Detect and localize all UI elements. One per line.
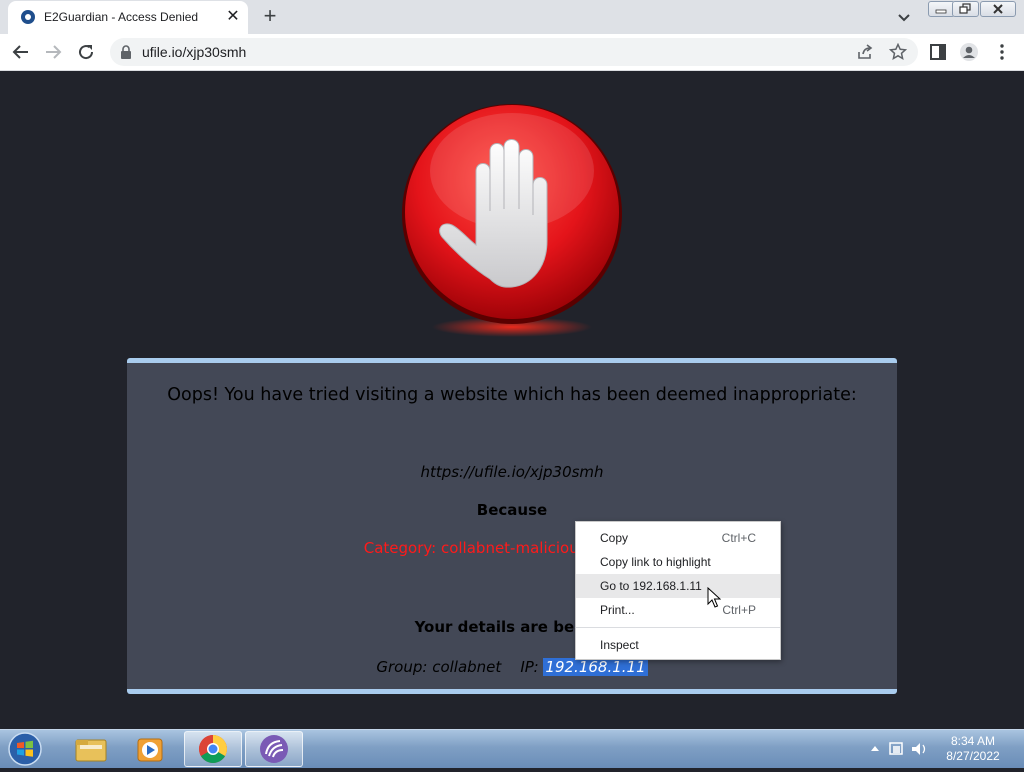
page-title: Oops! You have tried visiting a website …: [167, 385, 857, 405]
context-menu-go-to[interactable]: Go to 192.168.1.11: [576, 574, 780, 598]
context-menu-inspect[interactable]: Inspect: [576, 633, 780, 657]
details-row: Group: collabnet IP: 192.168.1.11: [127, 658, 897, 676]
address-bar[interactable]: ufile.io/xjp30smh: [110, 38, 918, 66]
tab-search-icon[interactable]: [895, 8, 913, 26]
ip-label: IP:: [520, 658, 539, 676]
print-shortcut: Ctrl+P: [722, 603, 756, 617]
context-menu-copy[interactable]: Copy Ctrl+C: [576, 526, 780, 550]
context-menu: Copy Ctrl+C Copy link to highlight Go to…: [575, 521, 781, 660]
copy-link-label: Copy link to highlight: [600, 555, 711, 569]
group-label: Group:: [376, 658, 428, 676]
taskbar-torrent-app[interactable]: [245, 731, 303, 767]
mouse-cursor-icon: [707, 587, 721, 608]
torrent-app-icon: [260, 735, 288, 763]
context-menu-print[interactable]: Print... Ctrl+P: [576, 598, 780, 622]
more-menu-icon[interactable]: [992, 42, 1012, 62]
chrome-icon: [199, 735, 227, 763]
restore-button[interactable]: [952, 1, 979, 17]
close-window-button[interactable]: [980, 1, 1016, 17]
profile-avatar-icon[interactable]: [959, 42, 979, 62]
page-content: Oops! You have tried visiting a website …: [0, 71, 1024, 729]
tab-strip: E2Guardian - Access Denied ✕ +: [0, 0, 1024, 34]
system-tray-icons[interactable]: [866, 738, 932, 760]
bookmark-star-icon[interactable]: [889, 43, 907, 61]
access-denied-panel: Oops! You have tried visiting a website …: [127, 358, 897, 694]
stop-hand-icon: [402, 104, 622, 337]
context-menu-separator: [576, 627, 780, 628]
ip-value-selected[interactable]: 192.168.1.11: [543, 658, 648, 676]
taskbar-media-player[interactable]: [122, 731, 180, 767]
tab-close-icon[interactable]: ✕: [224, 8, 242, 26]
taskbar-clock[interactable]: 8:34 AM 8/27/2022: [940, 734, 1006, 764]
media-player-icon: [137, 738, 163, 762]
block-reason: Category: collabnet-malicious - Blocked: [363, 539, 661, 557]
blocked-url: https://ufile.io/xjp30smh: [420, 463, 604, 481]
group-value: collabnet: [432, 658, 502, 676]
go-to-label: Go to 192.168.1.11: [600, 579, 702, 593]
e2guardian-favicon-icon: [21, 10, 35, 24]
copy-label: Copy: [600, 531, 629, 545]
browser-tab[interactable]: E2Guardian - Access Denied ✕: [8, 1, 248, 34]
lock-icon[interactable]: [120, 45, 132, 59]
taskbar-chrome[interactable]: [184, 731, 242, 767]
tab-title: E2Guardian - Access Denied: [44, 10, 199, 24]
taskbar-file-explorer[interactable]: [62, 731, 120, 767]
copy-shortcut: Ctrl+C: [721, 531, 756, 545]
windows-start-button-icon[interactable]: [6, 731, 44, 767]
context-menu-copy-link-to-highlight[interactable]: Copy link to highlight: [576, 550, 780, 574]
reload-icon[interactable]: [76, 42, 96, 62]
clock-time: 8:34 AM: [950, 734, 996, 748]
minimize-button[interactable]: [928, 1, 955, 17]
forward-arrow-icon[interactable]: [43, 42, 63, 62]
back-arrow-icon[interactable]: [11, 42, 31, 62]
because-label: Because: [476, 501, 548, 519]
folder-icon: [75, 739, 107, 762]
new-tab-button[interactable]: +: [259, 5, 281, 27]
details-heading: Your details are below:: [414, 618, 610, 636]
taskbar: 8:34 AM 8/27/2022: [0, 729, 1024, 768]
side-panel-icon[interactable]: [928, 42, 948, 62]
url-text[interactable]: ufile.io/xjp30smh: [142, 44, 246, 60]
inspect-label: Inspect: [600, 638, 639, 652]
print-label: Print...: [600, 603, 635, 617]
share-icon[interactable]: [856, 43, 874, 61]
browser-toolbar: ufile.io/xjp30smh: [0, 34, 1024, 71]
clock-date: 8/27/2022: [946, 749, 1000, 763]
